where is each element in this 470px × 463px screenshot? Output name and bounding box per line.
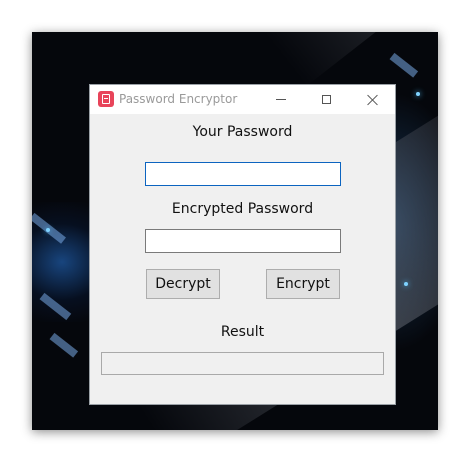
result-label: Result [220, 324, 265, 340]
wallpaper-band [232, 32, 438, 87]
title-bar[interactable]: Password Encryptor [90, 85, 395, 114]
result-output [101, 352, 384, 375]
minimize-button[interactable] [258, 85, 303, 114]
decrypt-button[interactable]: Decrypt [146, 269, 220, 299]
wallpaper-stripe [49, 332, 79, 358]
maximize-icon [322, 95, 331, 104]
app-icon [98, 91, 114, 107]
password-label: Your Password [192, 124, 293, 140]
close-button[interactable] [350, 85, 395, 114]
password-input[interactable] [145, 162, 341, 186]
window-title: Password Encryptor [119, 92, 238, 106]
close-icon [367, 94, 379, 106]
wallpaper-dot [404, 282, 408, 286]
encrypted-password-input[interactable] [145, 229, 341, 253]
wallpaper-stripe [389, 52, 419, 78]
app-window: Password Encryptor Your Password Encrypt… [89, 84, 396, 405]
wallpaper-dot [46, 228, 50, 232]
wallpaper-dot [416, 92, 420, 96]
minimize-icon [275, 99, 286, 100]
maximize-button[interactable] [304, 85, 349, 114]
encrypted-password-label: Encrypted Password [171, 201, 314, 217]
encrypt-button[interactable]: Encrypt [266, 269, 340, 299]
